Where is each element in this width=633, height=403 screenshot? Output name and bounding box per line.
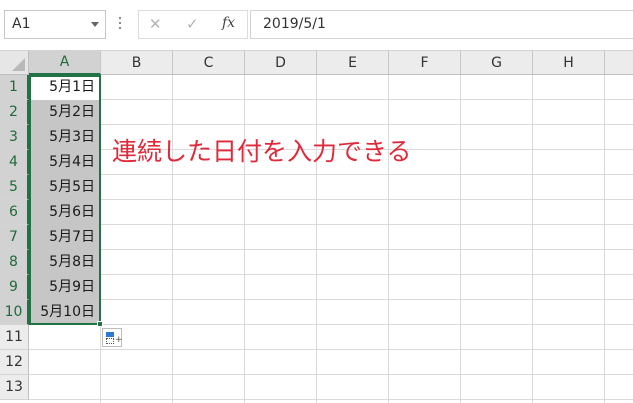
row-header-1[interactable]: 1 bbox=[0, 75, 29, 100]
formula-bar-area: A1 ✕ ✓ fx 2019/5/1 bbox=[0, 0, 633, 51]
column-gridline bbox=[604, 75, 605, 403]
row-header-13[interactable]: 13 bbox=[0, 375, 29, 400]
column-header-b[interactable]: B bbox=[101, 51, 173, 75]
row-gridline bbox=[29, 224, 633, 225]
cell-a5[interactable]: 5月5日 bbox=[30, 175, 100, 200]
cell-a6[interactable]: 5月6日 bbox=[30, 200, 100, 225]
formula-input[interactable]: 2019/5/1 bbox=[250, 10, 633, 39]
insert-function-icon[interactable]: fx bbox=[222, 15, 235, 31]
column-gridline bbox=[316, 75, 317, 403]
row-header-2[interactable]: 2 bbox=[0, 100, 29, 125]
cell-a10[interactable]: 5月10日 bbox=[30, 300, 100, 325]
annotation-text: 連続した日付を入力できる bbox=[112, 137, 412, 166]
row-gridline bbox=[29, 199, 633, 200]
fill-handle[interactable] bbox=[97, 321, 103, 327]
column-gridline bbox=[460, 75, 461, 403]
column-gridline bbox=[388, 75, 389, 403]
column-header-a[interactable]: A bbox=[29, 51, 101, 75]
cell-a4[interactable]: 5月4日 bbox=[30, 150, 100, 175]
formula-value: 2019/5/1 bbox=[263, 16, 326, 32]
column-header-h[interactable]: H bbox=[533, 51, 605, 75]
column-gridline bbox=[532, 75, 533, 403]
column-header-f[interactable]: F bbox=[389, 51, 461, 75]
row-gridline bbox=[29, 249, 633, 250]
column-header-d[interactable]: D bbox=[245, 51, 317, 75]
formula-buttons: ✕ ✓ fx bbox=[138, 10, 248, 39]
row-header-3[interactable]: 3 bbox=[0, 125, 29, 150]
column-header-e[interactable]: E bbox=[317, 51, 389, 75]
select-all-corner[interactable] bbox=[0, 51, 29, 75]
cell-a7[interactable]: 5月7日 bbox=[30, 225, 100, 250]
row-header-7[interactable]: 7 bbox=[0, 225, 29, 250]
drag-handle-icon[interactable] bbox=[119, 17, 122, 32]
cell-a2[interactable]: 5月2日 bbox=[30, 100, 100, 125]
row-header-10[interactable]: 10 bbox=[0, 300, 29, 325]
row-gridline bbox=[29, 299, 633, 300]
name-box[interactable]: A1 bbox=[4, 10, 106, 39]
auto-fill-options-icon-part bbox=[106, 332, 114, 337]
cell-a8[interactable]: 5月8日 bbox=[30, 250, 100, 275]
row-header-9[interactable]: 9 bbox=[0, 275, 29, 300]
column-header-partial[interactable] bbox=[605, 51, 633, 75]
row-gridline bbox=[29, 124, 633, 125]
chevron-down-icon[interactable] bbox=[91, 22, 99, 27]
check-icon[interactable]: ✓ bbox=[186, 15, 199, 33]
select-all-icon bbox=[12, 58, 25, 71]
cell-a3[interactable]: 5月3日 bbox=[30, 125, 100, 150]
column-gridline bbox=[244, 75, 245, 403]
spreadsheet-grid: A B C D E F G H 1 2 3 4 5 6 7 8 9 10 11 12 13 5月1日 5月2日 5月3日 5月4… bbox=[0, 51, 633, 403]
row-gridline bbox=[29, 374, 633, 375]
cell-a1[interactable]: 5月1日 bbox=[30, 75, 100, 100]
auto-fill-options-icon-part bbox=[106, 338, 114, 344]
row-header-11[interactable]: 11 bbox=[0, 325, 29, 350]
row-header-12[interactable]: 12 bbox=[0, 350, 29, 375]
column-header-g[interactable]: G bbox=[461, 51, 533, 75]
cancel-icon[interactable]: ✕ bbox=[149, 15, 162, 33]
column-header-c[interactable]: C bbox=[173, 51, 245, 75]
row-gridline bbox=[29, 349, 633, 350]
auto-fill-options-icon-part: + bbox=[115, 335, 123, 345]
row-header-5[interactable]: 5 bbox=[0, 175, 29, 200]
row-gridline bbox=[29, 324, 633, 325]
cell-a9[interactable]: 5月9日 bbox=[30, 275, 100, 300]
row-gridline bbox=[29, 174, 633, 175]
name-box-value: A1 bbox=[12, 16, 31, 32]
row-header-8[interactable]: 8 bbox=[0, 250, 29, 275]
row-header-6[interactable]: 6 bbox=[0, 200, 29, 225]
row-gridline bbox=[29, 399, 633, 400]
auto-fill-options-icon[interactable]: + bbox=[102, 328, 123, 347]
column-gridline bbox=[172, 75, 173, 403]
column-gridline bbox=[100, 75, 101, 403]
row-header-4[interactable]: 4 bbox=[0, 150, 29, 175]
row-gridline bbox=[29, 274, 633, 275]
row-gridline bbox=[29, 99, 633, 100]
